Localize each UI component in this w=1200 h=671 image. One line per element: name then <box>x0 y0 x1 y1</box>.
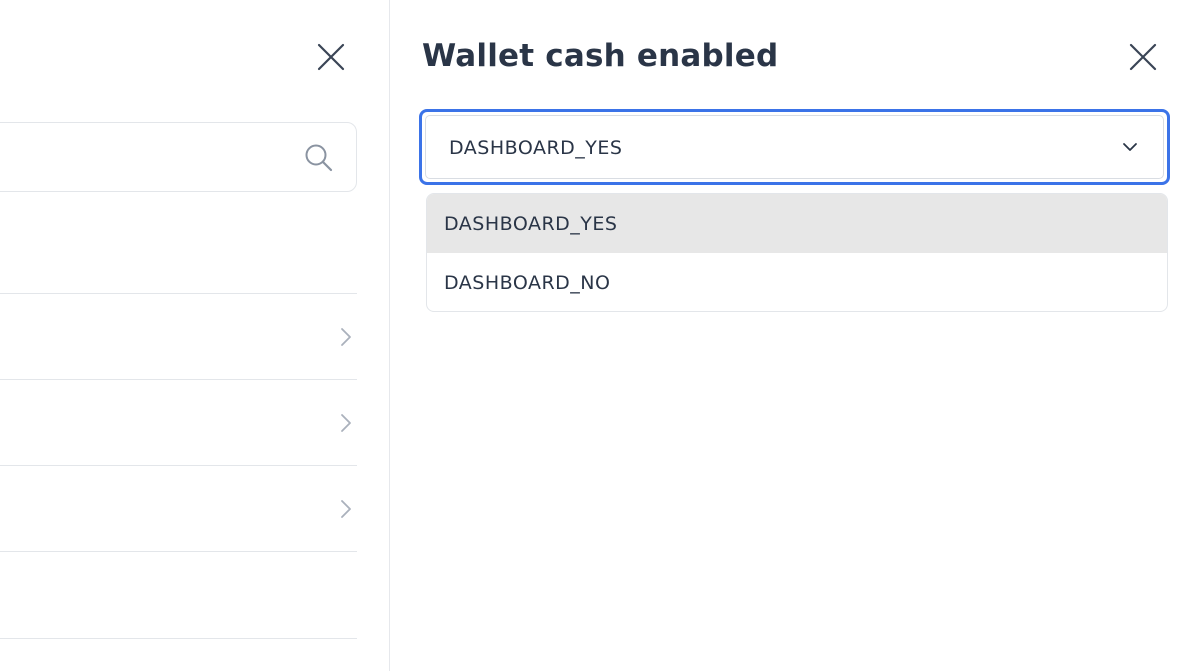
left-list-item[interactable] <box>0 551 357 637</box>
divider <box>0 638 357 639</box>
left-list-item[interactable] <box>0 465 357 551</box>
select-dropdown-menu: DASHBOARD_YES DASHBOARD_NO <box>426 193 1168 312</box>
left-list-item[interactable] <box>0 379 357 465</box>
right-panel: Wallet cash enabled DASHBOARD_YES DASHBO… <box>390 0 1200 671</box>
select-value: DASHBOARD_YES <box>449 137 623 159</box>
left-panel <box>0 0 390 671</box>
dropdown-option-dashboard-no[interactable]: DASHBOARD_NO <box>427 253 1167 311</box>
left-search-field[interactable] <box>0 122 357 192</box>
close-icon <box>1129 43 1157 71</box>
left-close-button[interactable] <box>314 40 348 74</box>
screen: Wallet cash enabled DASHBOARD_YES DASHBO… <box>0 0 1200 671</box>
dropdown-option-dashboard-yes[interactable]: DASHBOARD_YES <box>427 194 1167 253</box>
chevron-down-icon <box>1123 143 1137 151</box>
chevron-right-icon <box>341 500 351 518</box>
left-list-item[interactable] <box>0 293 357 379</box>
close-button[interactable] <box>1126 40 1160 74</box>
panel-title: Wallet cash enabled <box>422 38 779 74</box>
chevron-right-icon <box>341 414 351 432</box>
close-icon <box>317 43 345 71</box>
search-icon <box>305 144 333 172</box>
wallet-cash-select[interactable]: DASHBOARD_YES <box>419 109 1170 185</box>
chevron-right-icon <box>341 328 351 346</box>
